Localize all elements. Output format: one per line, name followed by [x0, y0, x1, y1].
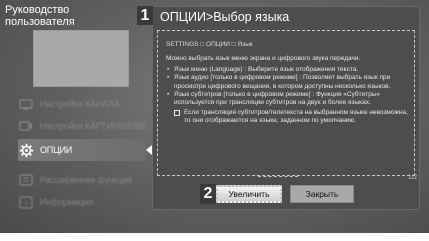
advanced-function-icon	[18, 173, 34, 187]
list-item: Язык субтитров [только в цифровом режиме…	[166, 91, 412, 108]
intro-text: Можно выбрать язык меню экрана и цифрово…	[166, 55, 361, 63]
sidebar-item-label: Настройка КАНАЛА	[40, 99, 120, 109]
sidebar-item-picture-sound[interactable]: Настройка КАРТИНКИ/ЗВУКА	[18, 116, 146, 136]
page-indicator: 1/2	[408, 174, 418, 181]
preview-thumbnail	[33, 30, 129, 87]
panel-title: ОПЦИИ>Выбор языка	[160, 10, 290, 24]
menu-path: SETTINGS □ ОПЦИИ □ Язык	[166, 41, 253, 48]
picture-sound-icon	[18, 119, 34, 133]
info-icon: i	[18, 195, 34, 209]
zoom-button[interactable]: Увеличить	[216, 185, 282, 203]
sidebar-item-label: ОПЦИИ	[40, 145, 73, 155]
note: Если трансляция субтитров/телетекста на …	[166, 109, 412, 126]
tv-screen: Руководство пользователя Настройка КАНАЛ…	[0, 0, 429, 233]
connector-line	[258, 176, 298, 177]
sidebar-item-info[interactable]: i Информация	[18, 192, 146, 212]
note-text: Если трансляция субтитров/телетекста на …	[184, 108, 408, 125]
sidebar-item-label: Расширенная функция	[40, 175, 132, 185]
tv-channel-icon	[18, 97, 34, 111]
list-item: Язык аудио [только в цифровом режиме] : …	[166, 74, 412, 91]
bullet-list: Язык меню (Language) : Выберите язык ото…	[166, 66, 412, 108]
callout-marker-1: 1	[137, 6, 153, 25]
bottom-margin	[0, 233, 429, 241]
close-button[interactable]: Закрыть	[290, 185, 354, 203]
note-square-icon	[174, 109, 180, 116]
callout-marker-2: 2	[200, 184, 216, 204]
gear-icon	[18, 143, 34, 157]
sidebar-item-label: Информация	[40, 197, 94, 207]
list-item: Язык меню (Language) : Выберите язык ото…	[166, 66, 412, 75]
sidebar-item-label: Настройка КАРТИНКИ/ЗВУКА	[40, 121, 146, 131]
sidebar-item-options[interactable]: ОПЦИИ	[18, 139, 146, 161]
sidebar-item-channel[interactable]: Настройка КАНАЛА	[18, 94, 146, 114]
sidebar-title: Руководство пользователя	[5, 4, 75, 28]
help-content: SETTINGS □ ОПЦИИ □ Язык Можно выбрать яз…	[166, 41, 412, 126]
svg-text:i: i	[25, 199, 27, 208]
sidebar-item-advanced[interactable]: Расширенная функция	[18, 170, 146, 190]
